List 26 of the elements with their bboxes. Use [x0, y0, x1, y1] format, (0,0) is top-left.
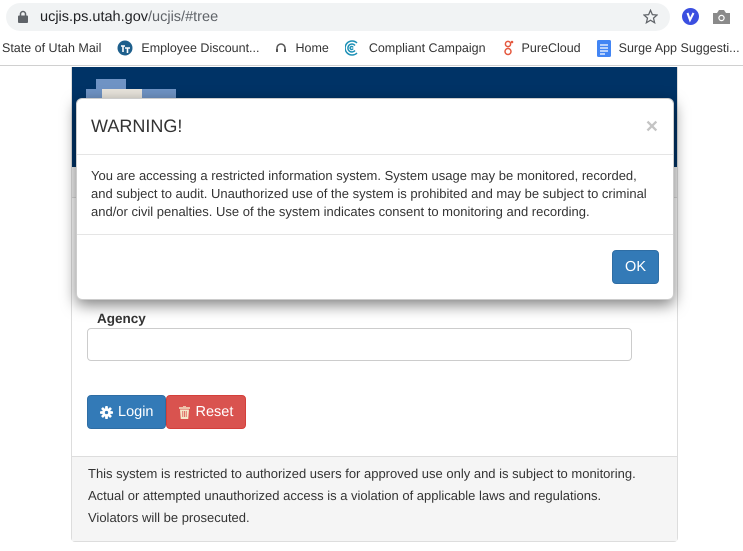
badge-icon: [117, 40, 134, 56]
warning-text: You are accessing a restricted information system. System usage may be monitored, recorded, and subject to audit. Unauthorized use of the system is prohibited and may be subject to criminal and/or civil penalties. Use of the system indicates consent to monitoring and recording.: [90, 167, 648, 221]
camera-icon[interactable]: [713, 10, 730, 24]
headset-icon: [275, 42, 288, 54]
bookmark[interactable]: PureCloud: [494, 40, 589, 56]
bookmark[interactable]: State of Utah Mail: [0, 41, 110, 55]
ok-button[interactable]: OK: [612, 250, 659, 284]
url-text: ucjis.ps.utah.gov/ucjis/#tree: [40, 8, 218, 24]
reset-button[interactable]: Reset: [166, 395, 246, 429]
figure-icon: [502, 40, 514, 56]
bookmark[interactable]: Surge App Suggesti...: [588, 40, 743, 56]
trash-icon: [179, 406, 190, 418]
bookmark[interactable]: Compliant Campaign: [336, 40, 494, 56]
address-bar[interactable]: ucjis.ps.utah.gov/ucjis/#tree: [6, 2, 670, 30]
extension-icon[interactable]: [682, 8, 699, 25]
notice-text: This system is restricted to authorized users for approved use only and is subject to monitoring. Actual or attempted unauthorized access is a violation of applicable laws and regulations. Violators will be prosecuted.: [72, 456, 677, 541]
input-field[interactable]: [87, 328, 632, 361]
modal-title: WARNING!: [91, 116, 182, 137]
login-button[interactable]: Login: [87, 395, 166, 429]
field-label: Agency: [97, 311, 147, 326]
document-icon: [596, 40, 611, 56]
lock-icon: [18, 10, 28, 23]
star-icon[interactable]: [643, 9, 658, 24]
bookmark[interactable]: Employee Discount...: [109, 40, 268, 56]
bookmark[interactable]: Home: [267, 41, 337, 55]
gear-icon: [100, 406, 113, 418]
